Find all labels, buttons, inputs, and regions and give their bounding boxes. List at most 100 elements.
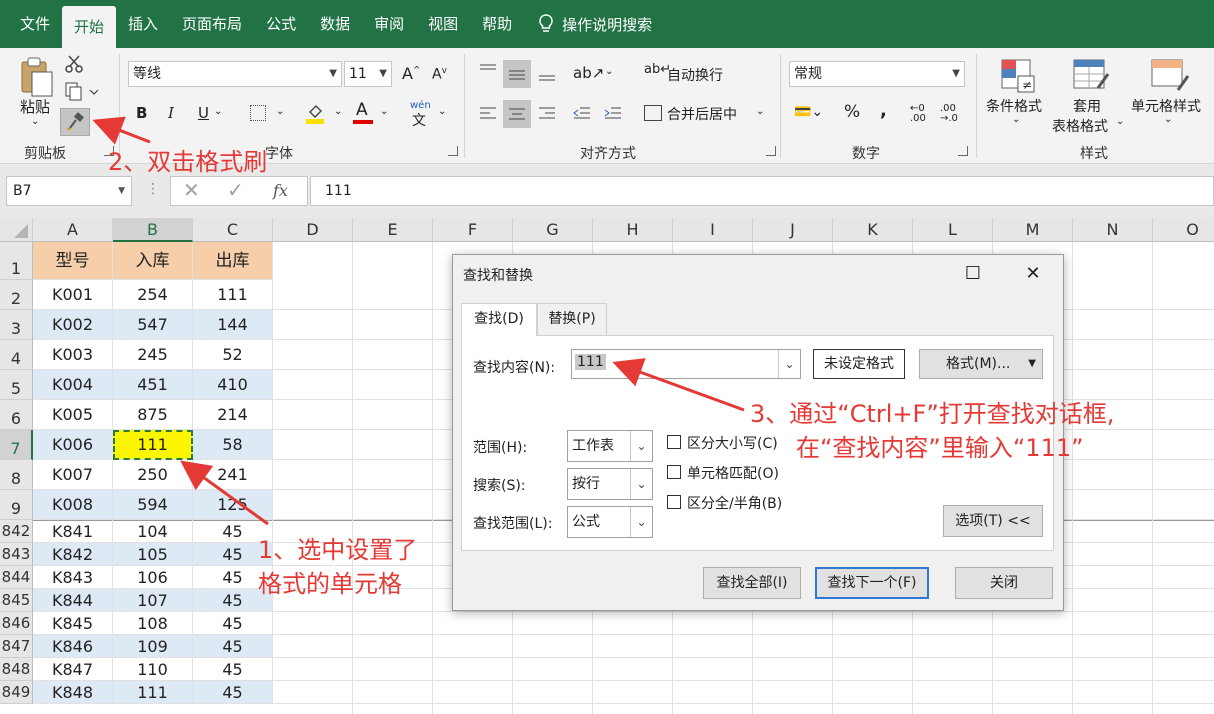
menu-home[interactable]: 开始 <box>62 6 117 48</box>
row-header[interactable]: 6 <box>0 400 33 430</box>
menu-review[interactable]: 审阅 <box>362 0 416 48</box>
table-cell-out[interactable]: 125 <box>193 490 273 520</box>
table-cell-out[interactable]: 52 <box>193 340 273 370</box>
paste-dropdown-icon[interactable]: ⌄ <box>31 116 39 127</box>
increase-indent-icon[interactable] <box>603 104 623 124</box>
row-header[interactable]: 845 <box>0 589 33 612</box>
find-all-button[interactable]: 查找全部(I) <box>703 567 801 599</box>
wrap-text-button[interactable]: 自动换行 <box>667 65 723 85</box>
table-cell-model[interactable]: K002 <box>33 310 113 340</box>
table-cell-model[interactable]: K843 <box>33 566 113 589</box>
name-box[interactable]: B7 ▼ <box>6 176 132 206</box>
table-cell-model[interactable]: K847 <box>33 658 113 681</box>
table-cell-model[interactable]: K846 <box>33 635 113 658</box>
row-header[interactable]: 2 <box>0 280 33 310</box>
table-cell-model[interactable]: K848 <box>33 681 113 704</box>
number-format-select[interactable]: 常规 ▼ <box>789 61 965 87</box>
selected-cell-b7[interactable]: 111 <box>113 430 193 460</box>
table-cell-in[interactable]: 106 <box>113 566 193 589</box>
format-painter-button[interactable] <box>60 108 90 136</box>
table-cell-model[interactable]: K008 <box>33 490 113 520</box>
table-cell-model[interactable]: K007 <box>33 460 113 490</box>
table-cell-model[interactable]: K004 <box>33 370 113 400</box>
table-cell-in[interactable]: 245 <box>113 340 193 370</box>
table-cell-out[interactable]: 45 <box>193 612 273 635</box>
decrease-font-icon[interactable]: Av <box>432 66 447 83</box>
row-header[interactable]: 7 <box>0 430 33 460</box>
table-cell-model[interactable]: K845 <box>33 612 113 635</box>
column-header-n[interactable]: N <box>1073 218 1153 242</box>
borders-icon[interactable] <box>250 105 266 121</box>
within-select[interactable]: 工作表 ⌄ <box>567 430 653 462</box>
cut-icon[interactable] <box>64 54 84 74</box>
column-header-o[interactable]: O <box>1153 218 1214 242</box>
menu-help[interactable]: 帮助 <box>470 0 524 48</box>
comma-button[interactable]: , <box>880 100 887 121</box>
number-launcher-icon[interactable] <box>958 146 968 156</box>
format-button[interactable]: 格式(M)... ▼ <box>919 349 1043 379</box>
row-header[interactable]: 3 <box>0 310 33 340</box>
underline-button[interactable]: U <box>198 104 209 122</box>
chevron-down-icon[interactable]: ⌄ <box>380 106 388 117</box>
chevron-down-icon[interactable]: ⌄ <box>334 106 342 117</box>
table-cell-model[interactable]: K003 <box>33 340 113 370</box>
cancel-icon[interactable]: ✕ <box>183 178 200 202</box>
row-header[interactable]: 842 <box>0 520 33 543</box>
increase-font-icon[interactable]: A^ <box>402 64 421 83</box>
copy-icon[interactable] <box>64 82 100 102</box>
menu-data[interactable]: 数据 <box>308 0 362 48</box>
row-header[interactable]: 847 <box>0 635 33 658</box>
column-header-h[interactable]: H <box>593 218 673 242</box>
column-header-j[interactable]: J <box>753 218 833 242</box>
table-cell-out[interactable]: 410 <box>193 370 273 400</box>
table-cell-out[interactable]: 144 <box>193 310 273 340</box>
chevron-down-icon[interactable]: ⌄ <box>605 66 613 77</box>
table-cell-out[interactable]: 214 <box>193 400 273 430</box>
merge-center-button[interactable]: 合并后居中 <box>667 104 737 124</box>
align-right-icon[interactable] <box>537 104 557 124</box>
fill-color-icon[interactable] <box>306 102 324 124</box>
chevron-down-icon[interactable]: ⌄ <box>778 350 800 378</box>
table-cell-in[interactable]: 105 <box>113 543 193 566</box>
select-all-corner[interactable] <box>0 218 33 242</box>
insert-function-button[interactable]: fx <box>273 181 288 200</box>
row-header[interactable]: 849 <box>0 681 33 704</box>
chevron-down-icon[interactable]: ⌄ <box>276 106 284 117</box>
table-cell-in[interactable]: 108 <box>113 612 193 635</box>
italic-button[interactable]: I <box>168 104 174 122</box>
search-select[interactable]: 按行 ⌄ <box>567 468 653 500</box>
paste-icon[interactable] <box>18 56 54 98</box>
font-launcher-icon[interactable] <box>448 146 458 156</box>
table-cell-in[interactable]: 547 <box>113 310 193 340</box>
column-header-l[interactable]: L <box>913 218 993 242</box>
table-cell-model[interactable]: K841 <box>33 520 113 543</box>
menu-page-layout[interactable]: 页面布局 <box>170 0 254 48</box>
phonetic-guide-icon[interactable]: 文 <box>412 110 426 130</box>
chevron-down-icon[interactable]: ⌄ <box>214 106 222 117</box>
column-header-i[interactable]: I <box>673 218 753 242</box>
column-header-e[interactable]: E <box>353 218 433 242</box>
tab-find[interactable]: 查找(D) <box>461 303 537 336</box>
table-cell-out[interactable]: 45 <box>193 635 273 658</box>
table-cell-in[interactable]: 451 <box>113 370 193 400</box>
look-in-select[interactable]: 公式 ⌄ <box>567 506 653 538</box>
row-header-1[interactable]: 1 <box>0 242 33 280</box>
table-cell-model[interactable]: K001 <box>33 280 113 310</box>
menu-insert[interactable]: 插入 <box>116 0 170 48</box>
column-header-d[interactable]: D <box>273 218 353 242</box>
table-cell-in[interactable]: 104 <box>113 520 193 543</box>
tab-replace[interactable]: 替换(P) <box>537 303 607 335</box>
find-what-input[interactable]: 111 ⌄ <box>571 349 801 379</box>
menu-formulas[interactable]: 公式 <box>254 0 308 48</box>
chevron-down-icon[interactable]: ⌄ <box>756 106 764 117</box>
table-cell-out[interactable]: 45 <box>193 658 273 681</box>
row-header[interactable]: 8 <box>0 460 33 490</box>
orientation-icon[interactable]: ab↗ <box>573 64 604 82</box>
percent-button[interactable]: % <box>844 102 860 122</box>
table-cell-out[interactable]: 241 <box>193 460 273 490</box>
close-icon[interactable]: ✕ <box>1021 263 1045 285</box>
font-color-button[interactable]: A <box>356 100 368 120</box>
row-header[interactable]: 9 <box>0 490 33 520</box>
match-byte-checkbox[interactable] <box>667 495 681 509</box>
align-top-icon[interactable] <box>478 62 498 82</box>
